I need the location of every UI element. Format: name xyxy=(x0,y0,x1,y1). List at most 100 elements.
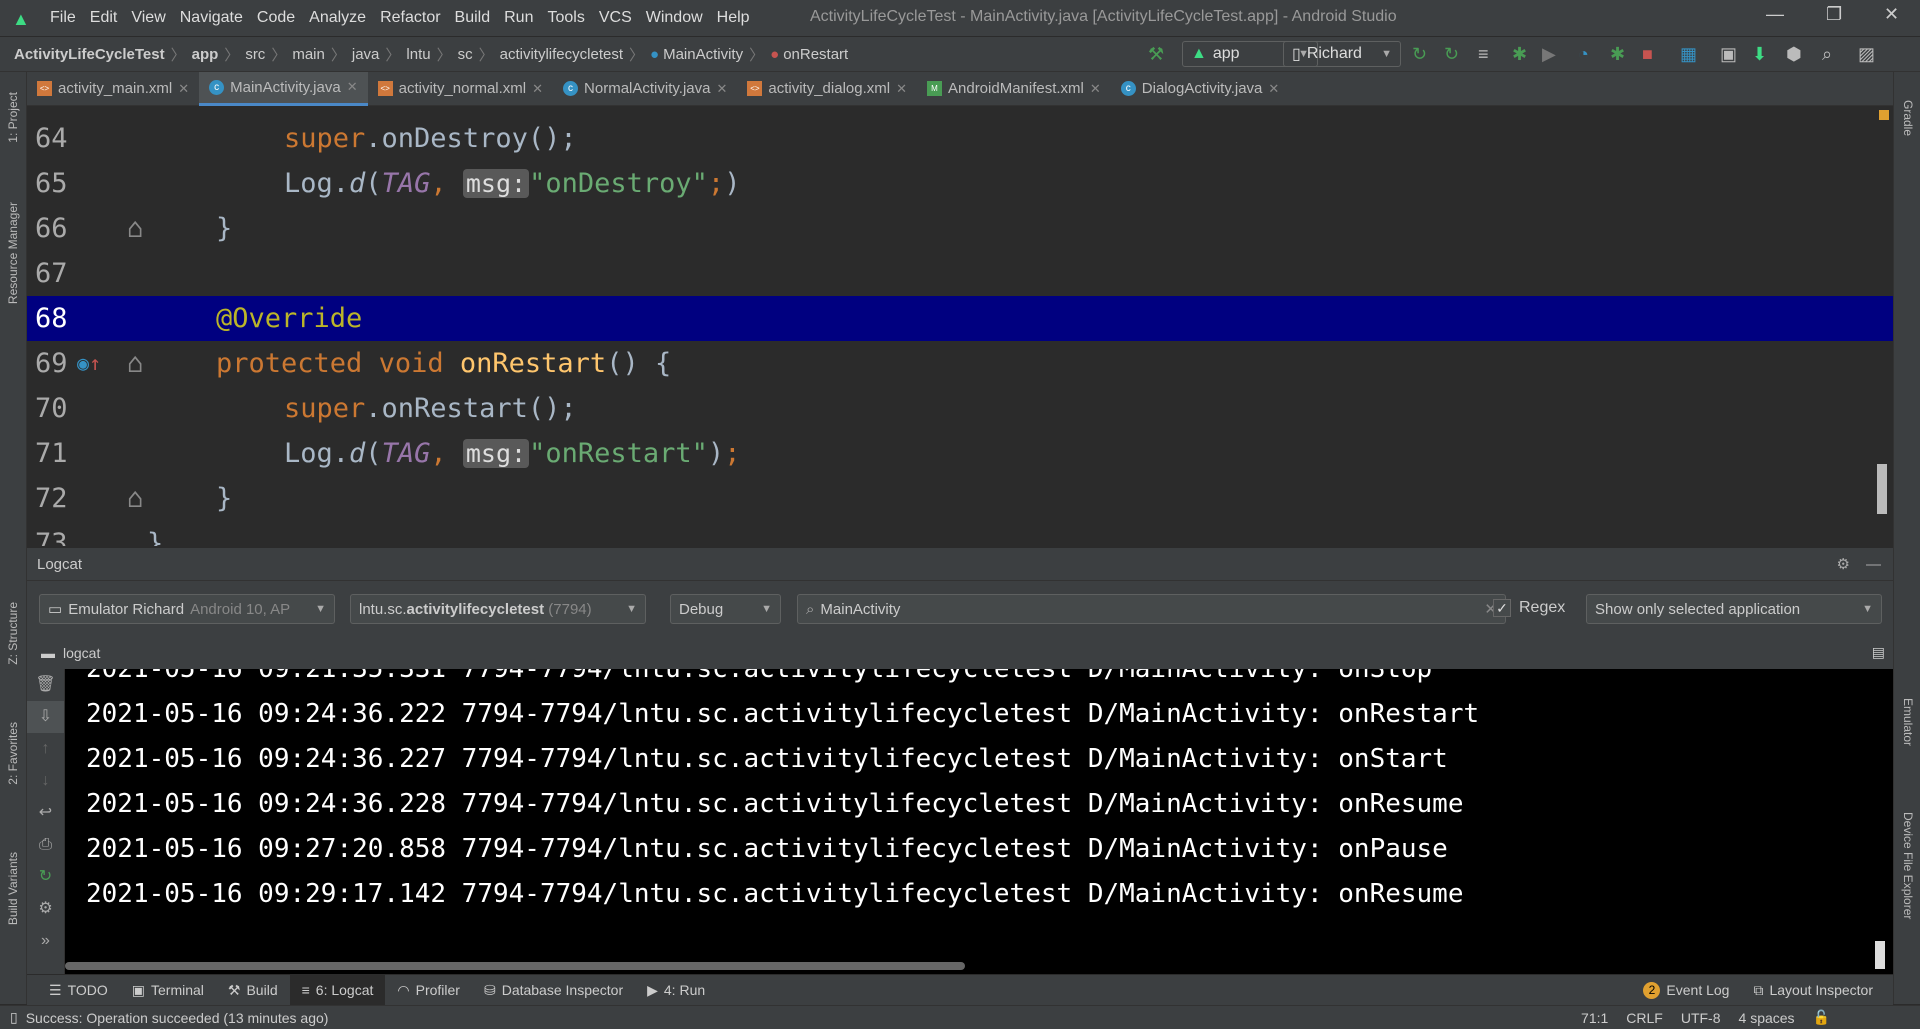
tab-dialogactivity-java[interactable]: c DialogActivity.java ✕ xyxy=(1111,72,1290,106)
close-tab-icon[interactable]: ✕ xyxy=(896,81,907,97)
close-tab-icon[interactable]: ✕ xyxy=(347,79,358,95)
menu-code[interactable]: Code xyxy=(257,9,295,27)
tool-build-variants[interactable]: Build Variants xyxy=(6,852,20,925)
crumb-src[interactable]: src xyxy=(245,46,265,63)
up-icon[interactable]: ↑ xyxy=(27,733,64,765)
tab-activity-normal-xml[interactable]: <> activity_normal.xml ✕ xyxy=(368,72,553,106)
crumb-main[interactable]: main xyxy=(292,46,325,63)
tab-normalactivity-java[interactable]: c NormalActivity.java ✕ xyxy=(553,72,737,106)
tool-gradle[interactable]: Gradle xyxy=(1901,100,1915,136)
code-editor[interactable]: 64 super.onDestroy(); 65 Log.d(TAG, msg: "o… xyxy=(27,106,1893,546)
tool-layout-inspector[interactable]: ⧉ Layout Inspector xyxy=(1741,975,1885,1005)
tool-emulator[interactable]: Emulator xyxy=(1901,698,1915,746)
tool-event-log[interactable]: 2 Event Log xyxy=(1631,975,1741,1005)
search-icon[interactable]: ⌕ xyxy=(1822,44,1832,65)
close-tab-icon[interactable]: ✕ xyxy=(1090,81,1101,97)
menu-edit[interactable]: Edit xyxy=(90,9,118,27)
crumb-lntu[interactable]: lntu xyxy=(406,46,430,63)
scroll-to-end-icon[interactable]: ⇩ xyxy=(27,701,64,733)
attach-debugger-icon[interactable]: ✱ xyxy=(1610,44,1625,65)
menu-tools[interactable]: Tools xyxy=(547,9,584,27)
settings-icon[interactable]: ▨ xyxy=(1858,44,1875,65)
fold-icon[interactable]: ⌂ xyxy=(127,341,143,386)
close-tab-icon[interactable]: ✕ xyxy=(1268,81,1279,97)
device-select[interactable]: ▯ Richard ▼ xyxy=(1283,41,1401,67)
caret-position[interactable]: 71:1 xyxy=(1581,1010,1608,1026)
gear-icon[interactable]: ⚙ xyxy=(1837,555,1850,573)
tool-run[interactable]: ▶ 4: Run xyxy=(635,975,717,1005)
device-dropdown[interactable]: ▭ Emulator Richard Android 10, AP ▼ xyxy=(39,594,335,624)
down-icon[interactable]: ↓ xyxy=(27,765,64,797)
crumb-module[interactable]: app xyxy=(192,46,219,63)
avd-manager-icon[interactable]: ▣ xyxy=(1720,44,1737,65)
crumb-java[interactable]: java xyxy=(352,46,380,63)
trash-icon[interactable]: 🗑 xyxy=(27,669,64,701)
override-gutter-icon[interactable]: ◉↑ xyxy=(77,341,101,386)
sync-icon[interactable]: ≡ xyxy=(1478,44,1489,65)
tab-activity-main-xml[interactable]: <> activity_main.xml ✕ xyxy=(27,72,199,106)
tool-terminal[interactable]: ▣ Terminal xyxy=(120,975,216,1005)
menu-analyze[interactable]: Analyze xyxy=(309,9,366,27)
lock-icon[interactable]: 🔓 xyxy=(1813,1009,1830,1026)
scope-dropdown[interactable]: Show only selected application ▼ xyxy=(1586,594,1882,624)
logcat-output[interactable]: 2021-05-16 09:21:35.331 7794-7794/lntu.s… xyxy=(65,669,1893,974)
tool-logcat[interactable]: ≡ 6: Logcat xyxy=(289,975,386,1005)
line-separator[interactable]: CRLF xyxy=(1626,1010,1663,1026)
tool-favorites[interactable]: 2: Favorites xyxy=(6,722,20,785)
crumb-method[interactable]: onRestart xyxy=(783,46,848,63)
search-input[interactable]: ⌕ MainActivity ✕ xyxy=(797,594,1506,624)
menu-build[interactable]: Build xyxy=(455,9,491,27)
crumb-package[interactable]: activitylifecycletest xyxy=(500,46,623,63)
close-tab-icon[interactable]: ✕ xyxy=(532,81,543,97)
build-hammer-icon[interactable]: ⚒ xyxy=(1148,44,1164,65)
process-dropdown[interactable]: lntu.sc.activitylifecycletest (7794) ▼ xyxy=(350,594,646,624)
tab-activity-dialog-xml[interactable]: <> activity_dialog.xml ✕ xyxy=(737,72,917,106)
soft-wrap-icon[interactable]: ↩ xyxy=(27,797,64,829)
fold-icon[interactable]: ⌂ xyxy=(127,476,143,521)
layout-icon[interactable]: ▤ xyxy=(1872,644,1885,661)
apply-code-changes-icon[interactable]: ↻ xyxy=(1444,44,1459,65)
log-hscrollbar[interactable] xyxy=(65,962,965,970)
close-tab-icon[interactable]: ✕ xyxy=(716,81,727,97)
print-icon[interactable]: ⎙ xyxy=(27,829,64,861)
tool-structure[interactable]: Z: Structure xyxy=(6,602,20,665)
warning-marker[interactable] xyxy=(1879,110,1889,120)
menu-refactor[interactable]: Refactor xyxy=(380,9,440,27)
menu-window[interactable]: Window xyxy=(646,9,703,27)
device-manager-icon[interactable]: ⬢ xyxy=(1786,44,1802,65)
fold-icon[interactable]: ⌂ xyxy=(127,206,143,251)
profile-icon[interactable]: ◔ xyxy=(1578,44,1589,65)
tool-project[interactable]: 1: Project xyxy=(6,92,20,143)
tool-build[interactable]: ⚒ Build xyxy=(216,975,290,1005)
restart-icon[interactable]: ↻ xyxy=(27,861,64,893)
crumb-class[interactable]: MainActivity xyxy=(663,46,743,63)
crumb-project[interactable]: ActivityLifeCycleTest xyxy=(14,46,165,63)
menu-help[interactable]: Help xyxy=(717,9,750,27)
log-vscrollbar[interactable] xyxy=(1875,941,1885,969)
sdk-manager-icon[interactable]: ⬇ xyxy=(1752,44,1767,65)
indent-setting[interactable]: 4 spaces xyxy=(1739,1010,1795,1026)
menu-run[interactable]: Run xyxy=(504,9,533,27)
stop-icon[interactable]: ■ xyxy=(1642,44,1653,65)
crumb-sc[interactable]: sc xyxy=(458,46,473,63)
tool-todo[interactable]: ☰ TODO xyxy=(37,975,120,1005)
menu-file[interactable]: File xyxy=(50,9,76,27)
project-structure-icon[interactable]: ▦ xyxy=(1680,44,1697,65)
debug-icon[interactable]: ✱ xyxy=(1512,44,1527,65)
tool-device-file-explorer[interactable]: Device File Explorer xyxy=(1901,812,1915,919)
attach-icon[interactable]: ▶ xyxy=(1542,44,1556,65)
logcat-sub-label[interactable]: logcat xyxy=(63,645,100,661)
status-message[interactable]: Success: Operation succeeded (13 minutes… xyxy=(26,1010,329,1026)
apply-changes-icon[interactable]: ↻ xyxy=(1412,44,1427,65)
menu-view[interactable]: View xyxy=(131,9,165,27)
close-tab-icon[interactable]: ✕ xyxy=(178,81,189,97)
hide-icon[interactable]: — xyxy=(1866,556,1881,573)
menu-navigate[interactable]: Navigate xyxy=(180,9,243,27)
tab-androidmanifest-xml[interactable]: M AndroidManifest.xml ✕ xyxy=(917,72,1111,106)
tool-resource-manager[interactable]: Resource Manager xyxy=(6,202,20,304)
regex-checkbox[interactable]: ✓ xyxy=(1493,599,1511,617)
more-icon[interactable]: » xyxy=(27,925,64,957)
log-level-dropdown[interactable]: Debug ▼ xyxy=(670,594,781,624)
close-icon[interactable]: ✕ xyxy=(1884,4,1899,25)
settings-icon[interactable]: ⚙ xyxy=(27,893,64,925)
